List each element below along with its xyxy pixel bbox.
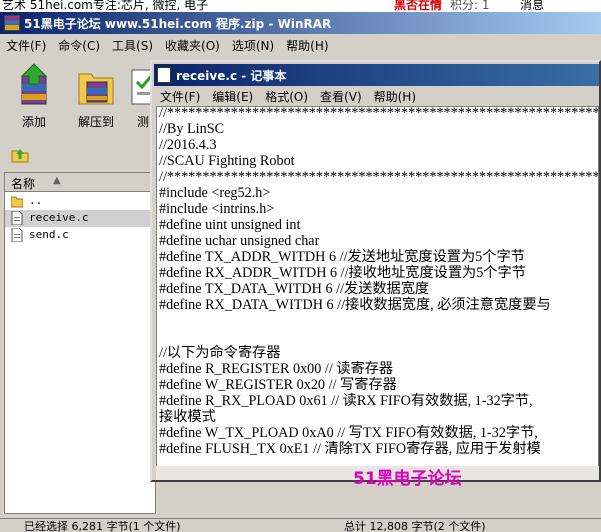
extract-folder-icon (78, 73, 114, 105)
code-line: #define W_TX_PLOAD 0xA0 // 写TX FIFO有效数据,… (159, 425, 538, 441)
code-line: #include <intrins.h> (159, 201, 275, 217)
folder-icon (11, 196, 23, 208)
code-line: //2016.4.3 (159, 137, 217, 153)
code-line: 接收模式 (159, 409, 216, 425)
file-name: .. (29, 194, 43, 207)
code-line: #define W_REGISTER 0x20 // 写寄存器 (159, 377, 397, 393)
notepad-window: receive.c - 记事本 文件(F) 编辑(E) 格式(O) 查看(V) 帮助(H… (150, 60, 601, 482)
add-button[interactable]: 添加 (6, 58, 62, 136)
background-red-text: 黑否在情 (394, 0, 443, 12)
notepad-menu-file[interactable]: 文件(F) (154, 86, 206, 107)
notepad-menubar: 文件(F) 编辑(E) 格式(O) 查看(V) 帮助(H) (154, 86, 599, 106)
code-line: //**************************************… (159, 169, 599, 185)
sort-ascending-icon: ▲ (53, 175, 61, 186)
code-line: //By LinSC (159, 121, 225, 137)
file-row-send[interactable]: send.c (5, 227, 155, 244)
winrar-title: 51黑电子论坛 www.51hei.com 程序.zip - WinRAR (24, 17, 332, 31)
file-name: receive.c (29, 211, 89, 224)
code-line: #define RX_ADDR_WITDH 6 //接收地址宽度设置为5个字节 (159, 265, 526, 281)
code-line: //**************************************… (159, 106, 599, 121)
notepad-title: receive.c - 记事本 (176, 69, 287, 83)
list-header[interactable]: 名称 ▲ (5, 173, 155, 192)
winrar-menu-file[interactable]: 文件(F) (0, 35, 52, 56)
forum-watermark: 51黑电子论坛 (353, 469, 462, 489)
winrar-menubar: 文件(F) 命令(C) 工具(S) 收藏夹(O) 选项(N) 帮助(H) (0, 35, 601, 55)
c-file-icon (11, 228, 23, 242)
winrar-toolbar: 添加 解压到 测 (6, 58, 158, 138)
total-status: 总计 12,808 字节(2 个文件) (344, 520, 486, 532)
code-line: #define uint unsigned int (159, 217, 301, 233)
winrar-menu-favorites[interactable]: 收藏夹(O) (159, 35, 226, 56)
extract-to-button-label: 解压到 (77, 115, 114, 129)
file-name: send.c (29, 228, 69, 241)
c-file-icon (11, 211, 23, 225)
winrar-app-icon (4, 15, 20, 31)
up-folder-icon[interactable] (10, 144, 30, 164)
name-column-header[interactable]: 名称 (11, 175, 35, 192)
winrar-menu-help[interactable]: 帮助(H) (280, 35, 334, 56)
background-points-text: 积分: 1 (450, 0, 490, 12)
winrar-menu-tools[interactable]: 工具(S) (106, 35, 159, 56)
notepad-menu-edit[interactable]: 编辑(E) (206, 86, 259, 107)
notepad-titlebar[interactable]: receive.c - 记事本 (154, 64, 599, 86)
add-button-label: 添加 (21, 115, 46, 129)
background-site-text: 艺术 51hei.com专注:芯片, 微控, 电子 (2, 0, 209, 12)
file-row-receive[interactable]: receive.c (5, 210, 155, 227)
selection-status: 已经选择 6,281 字节(1 个文件) (24, 520, 181, 532)
code-line: //SCAU Fighting Robot (159, 153, 295, 169)
background-browser-strip: 艺术 51hei.com专注:芯片, 微控, 电子 黑否在情 积分: 1 消息 (0, 0, 601, 12)
file-row-parent[interactable]: .. (5, 193, 155, 210)
code-line: #define TX_ADDR_WITDH 6 //发送地址宽度设置为5个字节 (159, 249, 525, 265)
winrar-menu-commands[interactable]: 命令(C) (52, 35, 106, 56)
file-list: 名称 ▲ .. receive.c send.c (4, 172, 156, 514)
notepad-app-icon (157, 67, 171, 83)
code-line: #define R_REGISTER 0x00 // 读寄存器 (159, 361, 394, 377)
background-message-link[interactable]: 消息 (520, 0, 544, 12)
extract-to-button[interactable]: 解压到 (68, 58, 124, 136)
winrar-menu-options[interactable]: 选项(N) (226, 35, 280, 56)
code-line: #define RX_DATA_WITDH 6 //接收数据宽度, 必须注意宽度… (159, 297, 551, 313)
add-archive-icon (20, 63, 48, 105)
code-line: #define FLUSH_TX 0xE1 // 清除TX FIFO寄存器, 应… (159, 441, 541, 457)
winrar-statusbar: 已经选择 6,281 字节(1 个文件) 总计 12,808 字节(2 个文件) (0, 518, 601, 532)
notepad-menu-format[interactable]: 格式(O) (259, 86, 314, 107)
notepad-menu-help[interactable]: 帮助(H) (368, 86, 422, 107)
code-line: #include <reg52.h> (159, 185, 271, 201)
code-line: #define R_RX_PLOAD 0x61 // 读RX FIFO有效数据,… (159, 393, 533, 409)
code-line: //以下为命令寄存器 (159, 345, 281, 361)
winrar-titlebar[interactable]: 51黑电子论坛 www.51hei.com 程序.zip - WinRAR (0, 12, 601, 34)
winrar-address-bar (4, 142, 154, 166)
code-line: #define uchar unsigned char (159, 233, 320, 249)
notepad-menu-view[interactable]: 查看(V) (314, 86, 368, 107)
code-line: #define TX_DATA_WITDH 6 //发送数据宽度 (159, 281, 430, 297)
code-text: //**************************************… (159, 106, 599, 457)
notepad-text-area[interactable]: //**************************************… (156, 106, 599, 470)
